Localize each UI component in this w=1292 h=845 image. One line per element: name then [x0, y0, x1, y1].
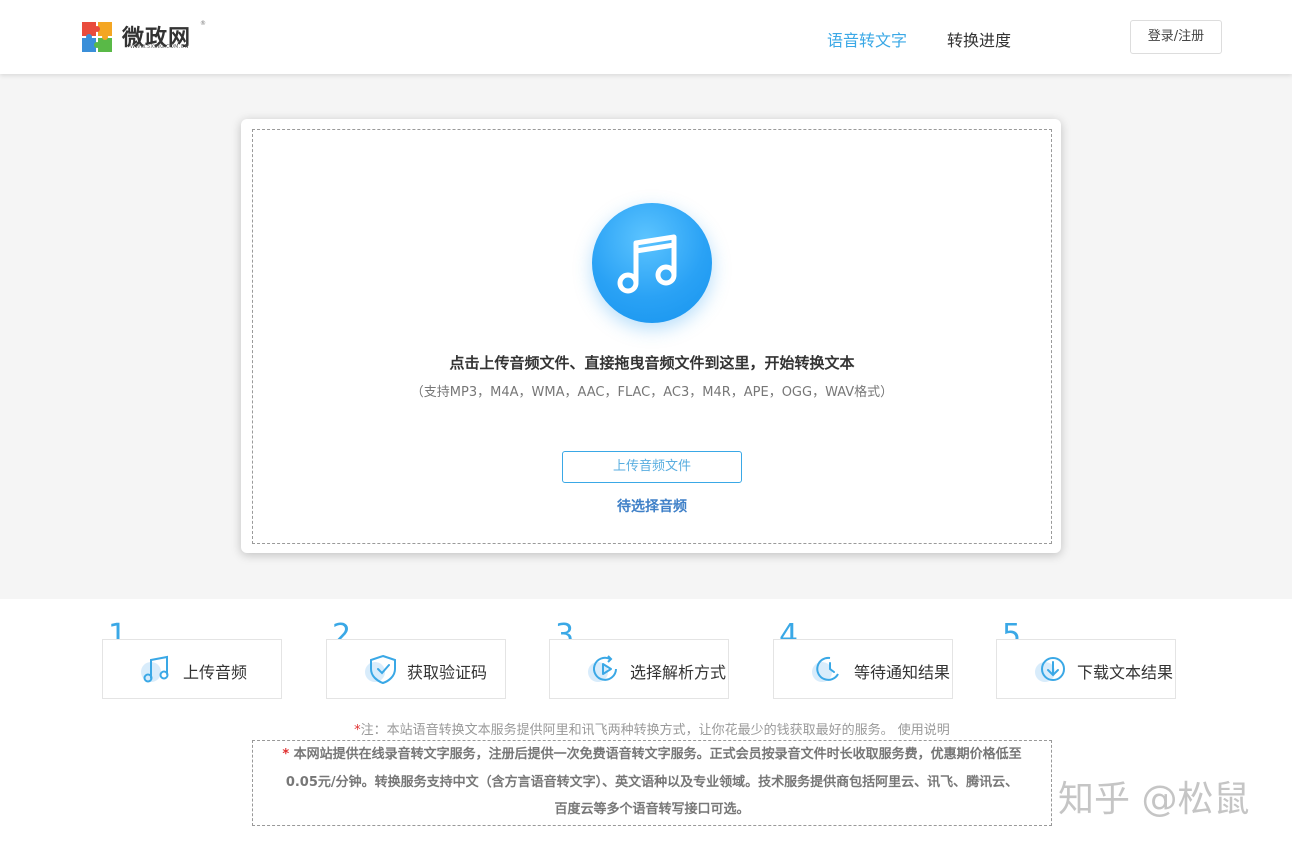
upload-status: 待选择音频: [617, 499, 687, 515]
upload-main-hint: 点击上传音频文件、直接拖曳音频文件到这里，开始转换文本: [449, 354, 855, 372]
puzzle-logo-icon: [82, 22, 112, 52]
notice-line-1: 本网站提供在线录音转文字服务，注册后提供一次免费语音转文字服务。正式会员按录音文…: [289, 747, 1022, 762]
step-label: 上传音频: [183, 663, 248, 682]
step-choose-method: 选择解析方式: [549, 639, 729, 699]
pricing-notice: * 本网站提供在线录音转文字服务，注册后提供一次免费语音转文字服务。正式会员按录…: [252, 740, 1052, 826]
zhihu-watermark: 知乎 @松鼠: [1058, 779, 1250, 820]
clock-icon: [812, 656, 839, 682]
service-note: *注：本站语音转换文本服务提供阿里和讯飞两种转换方式，让你花最少的钱获取最好的服…: [252, 719, 1052, 738]
step-label: 下载文本结果: [1077, 663, 1174, 682]
supported-formats-hint: （支持MP3，M4A，WMA，AAC，FLAC，AC3，M4R，APE，OGG，…: [410, 385, 894, 400]
step-download-result: 下载文本结果: [996, 639, 1176, 699]
login-register-button[interactable]: 登录/注册: [1130, 20, 1222, 54]
notice-line-3: 百度云等多个语音转写接口可选。: [554, 802, 750, 817]
step-upload-audio: 上传音频: [102, 639, 282, 699]
step-label: 选择解析方式: [630, 663, 727, 682]
nav-conversion-progress[interactable]: 转换进度: [947, 27, 1011, 51]
music-note-icon: [141, 655, 169, 683]
service-note-text: 注：本站语音转换文本服务提供阿里和讯飞两种转换方式，让你花最少的钱获取最好的服务…: [360, 723, 950, 738]
step-label: 等待通知结果: [854, 663, 951, 682]
music-note-icon[interactable]: [592, 203, 712, 323]
upload-audio-button[interactable]: 上传音频文件: [562, 451, 742, 483]
step-get-code: 获取验证码: [326, 639, 506, 699]
step-wait-result: 等待通知结果: [773, 639, 953, 699]
logo-url: WWW.5XING.COM.CN: [130, 44, 189, 50]
shield-check-icon: [365, 654, 396, 684]
top-header: 微政网 WWW.5XING.COM.CN ® 语音转文字 转换进度 登录/注册: [0, 0, 1292, 74]
refresh-play-icon: [588, 655, 617, 682]
music-note-glyph: [617, 234, 677, 294]
notice-line-2: 0.05元/分钟。转换服务支持中文（含方言语音转文字）、英文语种以及专业领域。技…: [285, 774, 1019, 790]
download-icon: [1035, 657, 1065, 682]
nav-speech-to-text[interactable]: 语音转文字: [827, 27, 907, 51]
step-label: 获取验证码: [407, 663, 488, 682]
site-logo[interactable]: 微政网 WWW.5XING.COM.CN ®: [82, 20, 212, 54]
registered-mark: ®: [200, 20, 206, 27]
